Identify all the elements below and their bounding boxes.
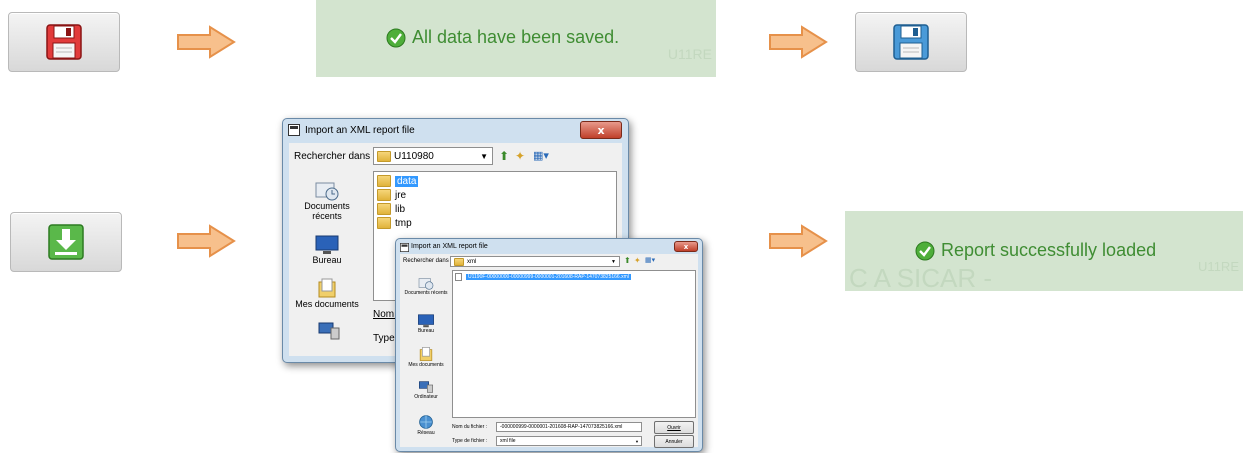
open-button[interactable]: Ouvrir <box>654 421 694 434</box>
list-item[interactable]: data <box>377 175 419 187</box>
arrow-right-icon <box>769 224 828 258</box>
download-green-icon <box>48 224 84 260</box>
sidebar-item-desktop[interactable]: Bureau <box>404 314 448 334</box>
desktop-icon <box>315 235 339 254</box>
check-circle-icon <box>915 241 935 260</box>
dialog-title: Import an XML report file <box>305 124 415 136</box>
loaded-banner: C A SICAR - U11RE Report successfully lo… <box>845 211 1243 291</box>
look-in-label: Rechercher dans : <box>294 151 376 162</box>
sidebar-item-recent[interactable]: Documents récents <box>295 179 359 221</box>
folder-icon <box>377 217 391 229</box>
new-folder-icon[interactable]: ✦ <box>515 149 525 163</box>
close-button[interactable]: x <box>580 121 622 139</box>
sidebar-item-label: Réseau <box>417 430 435 436</box>
chevron-down-icon: ▼ <box>611 258 616 265</box>
sidebar-item-network[interactable]: Réseau <box>404 414 448 436</box>
sidebar-item-desktop[interactable]: Bureau <box>295 235 359 265</box>
file-name: data <box>395 175 419 187</box>
dialog-body: Rechercher dans : xml ▼ ⬆ ✦ ▦▾ Documents… <box>400 254 698 448</box>
banner-ghost-text: U11RE <box>667 46 712 62</box>
arrow-right-icon <box>769 25 828 59</box>
arrow-right-icon <box>177 25 236 59</box>
folder-icon <box>377 175 391 187</box>
sidebar-item-label: Bureau <box>312 255 342 265</box>
new-folder-icon[interactable]: ✦ <box>634 256 641 265</box>
look-in-value: U110980 <box>394 150 434 162</box>
import-dialog-front: Import an XML report file x Rechercher d… <box>395 238 703 452</box>
filetype-label: Type de fichier : <box>452 438 488 444</box>
xml-file-icon <box>455 273 462 281</box>
import-report-button[interactable] <box>10 212 122 272</box>
sidebar-item-computer[interactable]: Ordinateur <box>404 380 448 400</box>
filename-input[interactable]: -000000999-0000001-201608-RAP-1470738251… <box>496 422 642 432</box>
file-name: tmp <box>395 217 412 229</box>
folder-icon <box>377 203 391 215</box>
sidebar-item-label: Ordinateur <box>414 394 438 400</box>
list-item[interactable]: tmp <box>377 217 412 229</box>
check-circle-icon <box>386 28 406 47</box>
sidebar-item-label: Mes documents <box>295 299 359 309</box>
computer-icon <box>419 381 433 393</box>
filename-label: Nom du fichier : <box>452 424 488 430</box>
saved-banner: U11RE All data have been saved. <box>316 0 716 77</box>
computer-icon <box>318 322 340 340</box>
dialog-title: Import an XML report file <box>411 242 488 250</box>
save-button-saved[interactable] <box>855 12 967 72</box>
my-documents-icon <box>419 347 433 361</box>
up-folder-icon[interactable]: ⬆ <box>624 256 631 265</box>
look-in-label: Rechercher dans : <box>403 258 453 264</box>
up-folder-icon[interactable]: ⬆ <box>499 149 509 163</box>
view-menu-icon[interactable]: ▦▾ <box>533 149 549 162</box>
file-name: lib <box>395 203 406 215</box>
close-button[interactable]: x <box>674 241 698 252</box>
file-name: U1190F-00000000-00000999-0000001-201608-… <box>466 274 631 280</box>
look-in-combo[interactable]: U110980 ▼ <box>373 147 493 165</box>
sidebar-item-label: Documents récents <box>304 201 350 221</box>
loaded-message: Report successfully loaded <box>915 240 1156 261</box>
chevron-down-icon: ▼ <box>480 151 488 161</box>
my-documents-icon <box>318 278 336 298</box>
recent-documents-icon <box>315 182 339 201</box>
list-item[interactable]: U1190F-00000000-00000999-0000001-201608-… <box>455 273 631 281</box>
floppy-disk-blue-icon <box>893 24 929 60</box>
filetype-value: xml file <box>500 438 516 444</box>
filename-value: -000000999-0000001-201608-RAP-1470738251… <box>500 424 623 430</box>
look-in-value: xml <box>467 258 477 265</box>
sidebar-item-recent[interactable]: Documents récents <box>404 276 448 296</box>
save-button-unsaved[interactable] <box>8 12 120 72</box>
folder-icon <box>377 189 391 201</box>
sidebar-item-documents[interactable]: Mes documents <box>295 277 359 309</box>
sidebar-item-label: Documents récents <box>404 290 448 296</box>
folder-icon <box>454 257 464 266</box>
sidebar-item-label: Mes documents <box>408 362 444 368</box>
file-list: U1190F-00000000-00000999-0000001-201608-… <box>452 270 696 418</box>
network-icon <box>419 415 433 429</box>
loaded-message-text: Report successfully loaded <box>941 240 1157 260</box>
list-item[interactable]: lib <box>377 203 405 215</box>
list-item[interactable]: jre <box>377 189 406 201</box>
floppy-disk-red-icon <box>46 24 82 60</box>
saved-message-text: All data have been saved. <box>412 27 620 47</box>
recent-documents-icon <box>418 278 434 290</box>
desktop-icon <box>418 314 434 328</box>
sidebar-item-label: Bureau <box>417 328 435 334</box>
cancel-button[interactable]: Annuler <box>654 435 694 448</box>
file-name: jre <box>395 189 407 201</box>
banner-ghost-text: C A SICAR - <box>849 263 993 291</box>
folder-icon <box>377 150 391 162</box>
arrow-right-icon <box>177 224 236 258</box>
view-menu-icon[interactable]: ▦▾ <box>645 256 655 264</box>
banner-ghost-text: U11RE <box>1198 259 1239 274</box>
chevron-down-icon: ▼ <box>635 438 639 444</box>
filetype-select[interactable]: xml file ▼ <box>496 436 642 446</box>
sidebar-item-documents[interactable]: Mes documents <box>404 346 448 368</box>
saved-message: All data have been saved. <box>386 27 619 48</box>
look-in-combo[interactable]: xml ▼ <box>450 256 620 267</box>
